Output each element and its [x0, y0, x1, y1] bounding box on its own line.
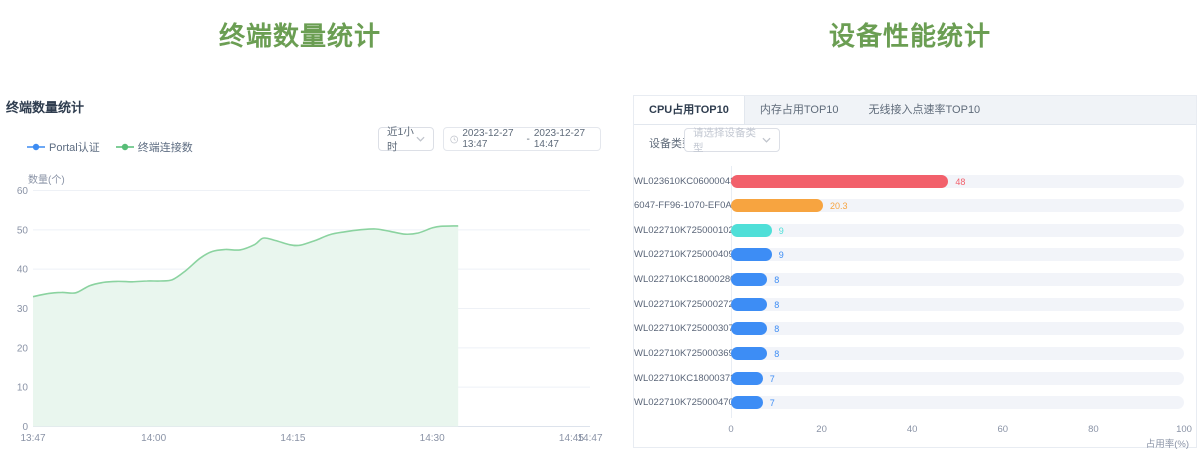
- svg-text:20: 20: [17, 343, 29, 354]
- time-range-value: 近1小时: [387, 124, 416, 154]
- bar-track: [731, 372, 1184, 385]
- chevron-down-icon: [762, 137, 771, 143]
- bar-fill[interactable]: [731, 248, 772, 261]
- svg-text:14:30: 14:30: [420, 433, 445, 444]
- device-type-placeholder: 请选择设备类型: [693, 125, 762, 155]
- legend-item-0[interactable]: Portal认证: [27, 139, 100, 155]
- left-section-title: 终端数量统计: [0, 16, 600, 53]
- bar-fill[interactable]: [731, 199, 823, 212]
- bar-fill[interactable]: [731, 347, 767, 360]
- bar-row-label: WL022710K725000369: [634, 348, 723, 360]
- bar-track: [731, 199, 1184, 212]
- svg-text:14:00: 14:00: [141, 433, 166, 444]
- x-axis-tick: 0: [728, 424, 733, 435]
- svg-text:13:47: 13:47: [20, 433, 45, 444]
- svg-text:14:15: 14:15: [280, 433, 305, 444]
- bar-track: [731, 298, 1184, 311]
- left-panel-title: 终端数量统计: [6, 97, 84, 116]
- bar-row-label: WL022710KC18000280: [634, 274, 723, 286]
- svg-text:10: 10: [17, 383, 29, 394]
- x-axis-tick: 100: [1176, 424, 1192, 435]
- right-section-title: 设备性能统计: [620, 16, 1200, 53]
- bar-row-label: WL022710K725000272: [634, 299, 723, 311]
- svg-text:50: 50: [17, 225, 29, 236]
- x-axis-tick: 60: [998, 424, 1009, 435]
- device-performance-card: CPU占用TOP10内存占用TOP10无线接入点速率TOP10 设备类型 请选择…: [633, 95, 1197, 448]
- date-range-start: 2023-12-27 13:47: [462, 128, 522, 150]
- bar-track: [731, 322, 1184, 335]
- bar-track: [731, 248, 1184, 261]
- line-chart-legend: Portal认证终端连接数: [27, 139, 193, 155]
- bar-value: 8: [774, 324, 779, 334]
- svg-text:60: 60: [17, 186, 29, 197]
- bar-track: [731, 396, 1184, 409]
- dashboard: 终端数量统计 终端数量统计 近1小时 2023-12-27 13:47 - 20…: [0, 0, 1200, 456]
- legend-item-1[interactable]: 终端连接数: [116, 139, 193, 155]
- bar-value: 48: [955, 177, 965, 187]
- date-range-picker[interactable]: 2023-12-27 13:47 - 2023-12-27 14:47: [443, 127, 601, 151]
- bar-row-label: 6047-FF96-1070-EF0A: [634, 200, 723, 212]
- bar-fill[interactable]: [731, 298, 767, 311]
- bar-value: 20.3: [830, 201, 848, 211]
- bar-row-label: WL023610KC06000043: [634, 176, 723, 188]
- bar-row-label: WL022710K725000102: [634, 225, 723, 237]
- performance-tabs: CPU占用TOP10内存占用TOP10无线接入点速率TOP10: [634, 96, 1196, 125]
- bar-fill[interactable]: [731, 224, 772, 237]
- bar-track: [731, 224, 1184, 237]
- bar-fill[interactable]: [731, 175, 948, 188]
- bar-fill[interactable]: [731, 396, 763, 409]
- legend-marker-icon: [116, 143, 134, 151]
- bar-value: 8: [774, 349, 779, 359]
- svg-text:0: 0: [22, 422, 28, 433]
- bar-fill[interactable]: [731, 372, 763, 385]
- tab-0[interactable]: CPU占用TOP10: [634, 96, 745, 124]
- x-axis-tick: 40: [907, 424, 918, 435]
- svg-text:40: 40: [17, 265, 29, 276]
- tab-1[interactable]: 内存占用TOP10: [745, 96, 854, 124]
- bar-value: 7: [770, 374, 775, 384]
- tab-2[interactable]: 无线接入点速率TOP10: [854, 96, 996, 124]
- time-range-select[interactable]: 近1小时: [378, 127, 434, 151]
- svg-text:14:47: 14:47: [577, 433, 602, 444]
- bar-value: 8: [774, 300, 779, 310]
- x-axis-tick: 80: [1088, 424, 1099, 435]
- bar-fill[interactable]: [731, 273, 767, 286]
- date-range-end: 2023-12-27 14:47: [534, 128, 594, 150]
- bar-value: 9: [779, 226, 784, 236]
- x-axis-label: 占用率(%): [1146, 436, 1189, 450]
- bar-row-label: WL022710K725000307: [634, 323, 723, 335]
- bar-row-label: WL022710K725000409: [634, 249, 723, 261]
- bar-fill[interactable]: [731, 322, 767, 335]
- device-type-select[interactable]: 请选择设备类型: [684, 128, 780, 152]
- terminal-count-line-chart[interactable]: 010203040506013:4714:0014:1514:3014:4514…: [0, 160, 620, 456]
- x-axis-tick: 20: [816, 424, 827, 435]
- bar-value: 8: [774, 275, 779, 285]
- bar-track: [731, 347, 1184, 360]
- bar-row-label: WL022710K725000470: [634, 397, 723, 409]
- chevron-down-icon: [416, 136, 425, 142]
- bar-track: [731, 273, 1184, 286]
- bar-row-label: WL022710KC18000372: [634, 373, 723, 385]
- bar-value: 7: [770, 398, 775, 408]
- date-range-separator: -: [527, 134, 530, 145]
- legend-marker-icon: [27, 143, 45, 151]
- clock-icon: [450, 134, 458, 145]
- svg-text:30: 30: [17, 304, 29, 315]
- bar-value: 9: [779, 250, 784, 260]
